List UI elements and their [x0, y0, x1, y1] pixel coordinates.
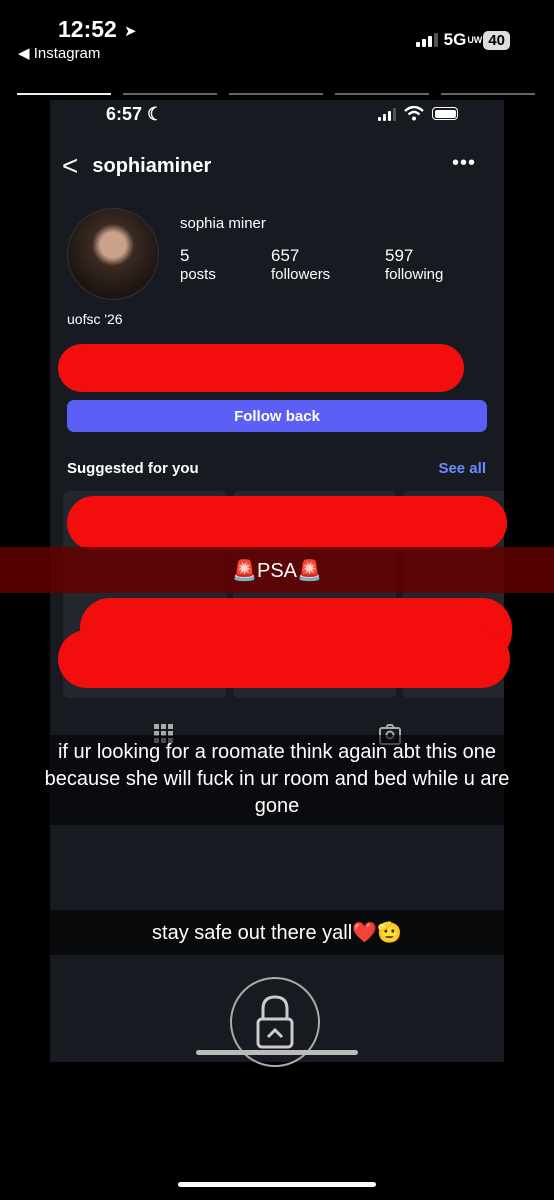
signal-icon: [378, 107, 396, 121]
moon-icon: ☾: [147, 104, 164, 124]
posts-count: 5: [180, 246, 190, 265]
follow-back-button[interactable]: Follow back: [67, 400, 487, 432]
signal-icon: [415, 33, 438, 47]
back-app-label: Instagram: [33, 45, 101, 62]
story-caption-main: if ur looking for a roomate think again …: [0, 735, 554, 825]
wifi-icon: [404, 106, 424, 121]
inner-time-text: 6:57: [106, 104, 143, 124]
stat-following[interactable]: 597 following: [385, 246, 443, 284]
battery-icon: 40: [483, 30, 510, 50]
followers-label: followers: [271, 266, 331, 283]
inner-status-time: 6:57 ☾: [106, 104, 163, 125]
posts-label: posts: [180, 266, 216, 283]
story-progress-4: [335, 93, 429, 95]
profile-full-name: sophia miner: [180, 215, 266, 232]
network-label: 5G: [443, 30, 467, 49]
story-caption-footer: stay safe out there yall❤️🫡: [0, 910, 554, 955]
story-progress-5: [441, 93, 535, 95]
see-all-link[interactable]: See all: [438, 460, 486, 477]
outer-home-indicator: [178, 1182, 376, 1187]
location-arrow-icon: ➤: [124, 23, 137, 40]
caption-line-1: if ur looking for a roomate think again …: [57, 741, 497, 763]
outer-status-icons: 5G UW 40: [415, 30, 510, 50]
more-icon[interactable]: •••: [452, 152, 476, 175]
stat-followers[interactable]: 657 followers: [271, 246, 330, 284]
profile-bio: uofsc '26: [67, 311, 123, 327]
battery-icon: [432, 107, 458, 120]
profile-username: sophiaminer: [92, 154, 212, 177]
followers-count: 657: [271, 246, 300, 265]
chevron-left-icon[interactable]: <: [62, 152, 78, 180]
back-to-app-link[interactable]: ◀ Instagram: [18, 44, 100, 62]
following-count: 597: [385, 246, 414, 265]
network-sub-label: UW: [467, 34, 483, 45]
outer-status-time: 12:52: [58, 16, 117, 42]
stat-posts[interactable]: 5 posts: [180, 246, 216, 284]
redaction-card-top: [67, 496, 507, 550]
redaction-bio: [58, 344, 464, 392]
caption-line-3: gone: [254, 795, 300, 817]
redaction-card-bottom: [58, 630, 510, 688]
suggested-title: Suggested for you: [67, 460, 199, 477]
psa-caption: 🚨PSA🚨: [0, 547, 554, 593]
profile-header: < sophiaminer: [62, 152, 211, 180]
inner-status-icons: [378, 106, 458, 121]
following-label: following: [385, 266, 444, 283]
story-progress-2: [123, 93, 217, 95]
story-progress-1: [17, 93, 111, 95]
avatar[interactable]: [67, 208, 159, 300]
inner-home-indicator: [196, 1050, 358, 1055]
caption-line-2: because she will fuck in ur room and bed…: [44, 768, 510, 790]
story-progress-3: [229, 93, 323, 95]
